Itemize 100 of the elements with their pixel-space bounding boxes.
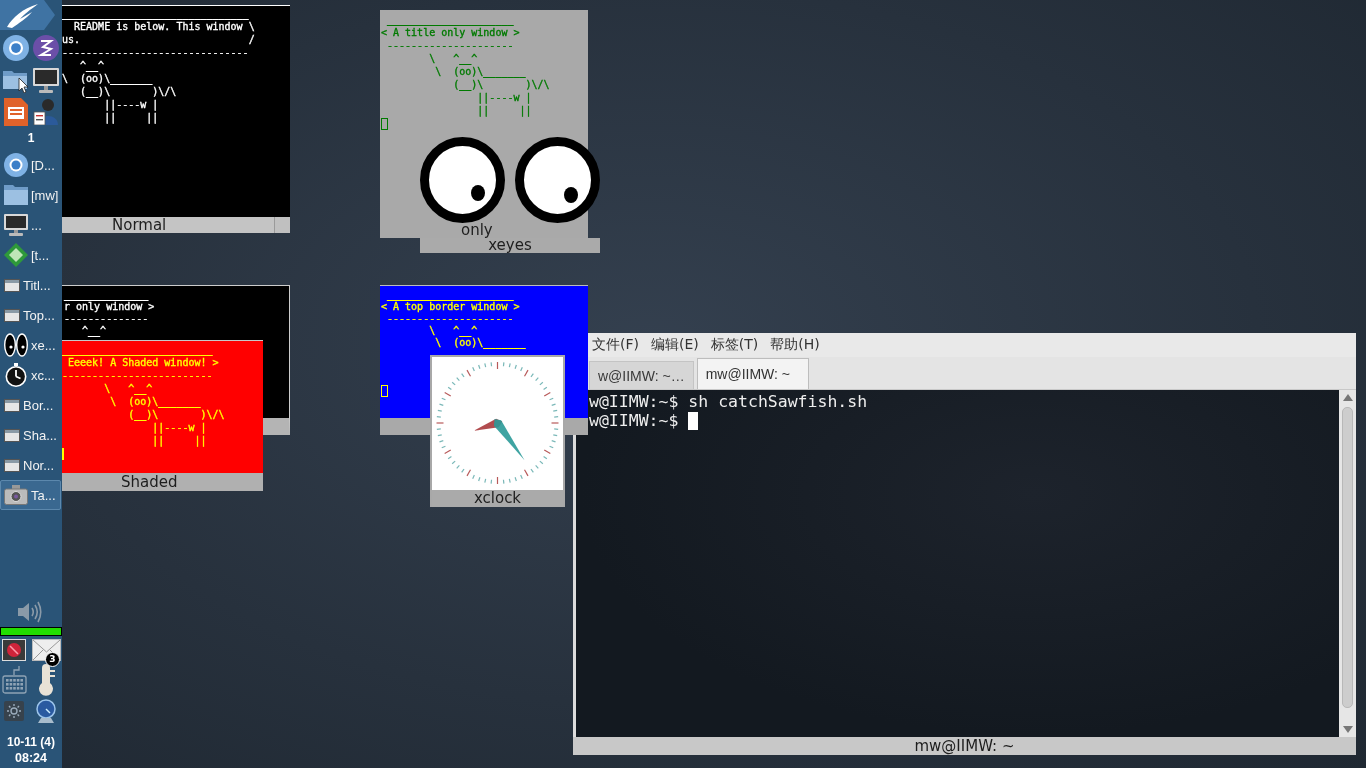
task-button[interactable]: Ta... [0, 480, 61, 510]
terminal-line: --------------------- [387, 313, 514, 324]
terminal-line: \ ^__^ [104, 383, 153, 394]
task-button[interactable]: Bor... [0, 390, 61, 420]
title-bar[interactable]: xeyes [420, 238, 600, 253]
window-icon [4, 398, 20, 412]
terminal-line: README is below. This window \ [74, 21, 255, 32]
text-cursor [688, 411, 699, 430]
diamond-icon [4, 243, 28, 267]
tab[interactable]: mw@IIMW: ~ [696, 358, 809, 389]
terminal-line: \ (oo)\_______ [435, 337, 526, 348]
terminal-line: < A top border window > [381, 301, 520, 312]
zigzag-circle-icon[interactable] [33, 35, 59, 61]
terminal-line: || || [152, 435, 207, 446]
scrollbar-thumb[interactable] [1342, 407, 1353, 708]
task-button[interactable]: xe... [0, 330, 61, 360]
window-icon [4, 308, 20, 322]
panel-time[interactable]: 08:24 [0, 750, 62, 766]
terminal-line: ||----w | [104, 99, 159, 110]
folder-icon [4, 185, 28, 205]
desktop-number[interactable]: 1 [24, 131, 38, 145]
text-cursor [381, 118, 388, 130]
thermometer-icon[interactable] [36, 664, 56, 696]
terminal-line: \ ^__^ [429, 325, 478, 336]
window-title: xclock [473, 491, 522, 506]
terminal-line: || || [477, 105, 532, 116]
task-button[interactable]: ... [0, 210, 61, 240]
eyes-icon [4, 333, 28, 357]
ring-icon [4, 153, 28, 177]
terminal-line: us. / [62, 34, 255, 45]
terminal-line: \ (oo)\_______ [110, 396, 201, 407]
terminal-line: (__)\ )\/\ [128, 409, 225, 420]
terminal-line: ------------------------------- [62, 47, 249, 58]
terminal-line: _____________________ [387, 14, 514, 25]
tab[interactable]: w@IIMW: ~… [589, 361, 694, 389]
terminal-line: _______________________________ [62, 8, 249, 19]
menu-item[interactable]: 文件(F) [591, 336, 640, 354]
panel-date[interactable]: 10-11 (4) [0, 734, 62, 750]
text-cursor [381, 385, 388, 397]
task-button[interactable]: Nor... [0, 450, 61, 480]
terminal-line: \ (oo)\_______ [62, 73, 153, 84]
task-button[interactable]: [mw] [0, 180, 61, 210]
task-button[interactable]: xc... [0, 360, 61, 390]
title-bar[interactable]: Shaded [62, 473, 263, 491]
title-bar[interactable]: xclock [432, 490, 563, 507]
terminal-line: (__)\ )\/\ [453, 79, 550, 90]
terminal-line: ______________ [64, 289, 149, 300]
scrollbar-track[interactable] [1339, 390, 1356, 737]
terminal-line: ||----w | [152, 422, 207, 433]
task-button[interactable]: Sha... [0, 420, 61, 450]
terminal-line: Eeeek! A Shaded window! > [68, 357, 219, 368]
terminal-line: < A title only window > [381, 27, 520, 38]
monitor-icon[interactable] [33, 67, 59, 93]
envelope-icon[interactable] [32, 639, 61, 661]
no-entry-icon[interactable] [2, 639, 26, 661]
terminal-line: w@IIMW:~$ [589, 411, 679, 430]
terminal-line: ^__^ [80, 60, 105, 71]
terminal-line: -------------- [64, 313, 149, 324]
task-button[interactable]: Titl... [0, 270, 61, 300]
menu-item[interactable]: 帮助(H) [769, 336, 821, 354]
task-button[interactable]: Top... [0, 300, 61, 330]
menu-item[interactable]: 编辑(E) [650, 336, 700, 354]
title-bar[interactable]: mw@IIMW: ~ [573, 737, 1356, 755]
task-button[interactable]: [t... [0, 240, 61, 270]
terminal-line: _________________________ [62, 344, 213, 355]
down-arrow-icon[interactable] [1342, 726, 1353, 733]
window-title: xeyes [488, 238, 532, 253]
terminal-line: ||----w | [477, 92, 532, 103]
window-title: Shaded [121, 474, 178, 490]
document-icon[interactable] [4, 98, 28, 126]
window-title: only [461, 223, 493, 238]
resize-grip[interactable] [274, 217, 290, 233]
terminal-line: _____________________ [387, 289, 514, 300]
monitor-icon [4, 214, 28, 236]
terminal-line: || || [104, 112, 159, 123]
gauge-icon[interactable] [34, 699, 58, 723]
title-bar[interactable]: Normal [62, 217, 290, 233]
menu-item[interactable]: 标签(T) [709, 336, 760, 354]
up-arrow-icon[interactable] [1342, 394, 1353, 401]
window-title: Normal [112, 217, 167, 233]
sun-icon[interactable] [4, 701, 24, 721]
terminal-line: \ (oo)\_______ [435, 66, 526, 77]
terminal-line: (__)\ )\/\ [80, 86, 177, 97]
clock-icon [4, 363, 28, 387]
terminal-line: \ ^__^ [429, 53, 478, 64]
terminal-line: ------------------------- [62, 370, 213, 381]
terminal-area[interactable]: w@IIMW:~$ sh catchSawfish.sh w@IIMW:~$ [576, 390, 1339, 737]
window-icon [4, 278, 20, 292]
menu-icon[interactable] [0, 0, 56, 30]
window-icon [4, 458, 20, 472]
window-icon [4, 428, 20, 442]
person-clipboard-icon[interactable] [33, 99, 59, 125]
terminal-line: --------------------- [387, 40, 514, 51]
window-title: mw@IIMW: ~ [914, 738, 1015, 754]
terminal-line: ^__^ [82, 325, 107, 336]
speaker-icon[interactable] [17, 600, 43, 624]
task-button[interactable]: [D... [0, 150, 61, 180]
terminal-line: r only window > [64, 301, 155, 312]
ring-icon[interactable] [3, 35, 29, 61]
camera-icon [4, 485, 28, 505]
